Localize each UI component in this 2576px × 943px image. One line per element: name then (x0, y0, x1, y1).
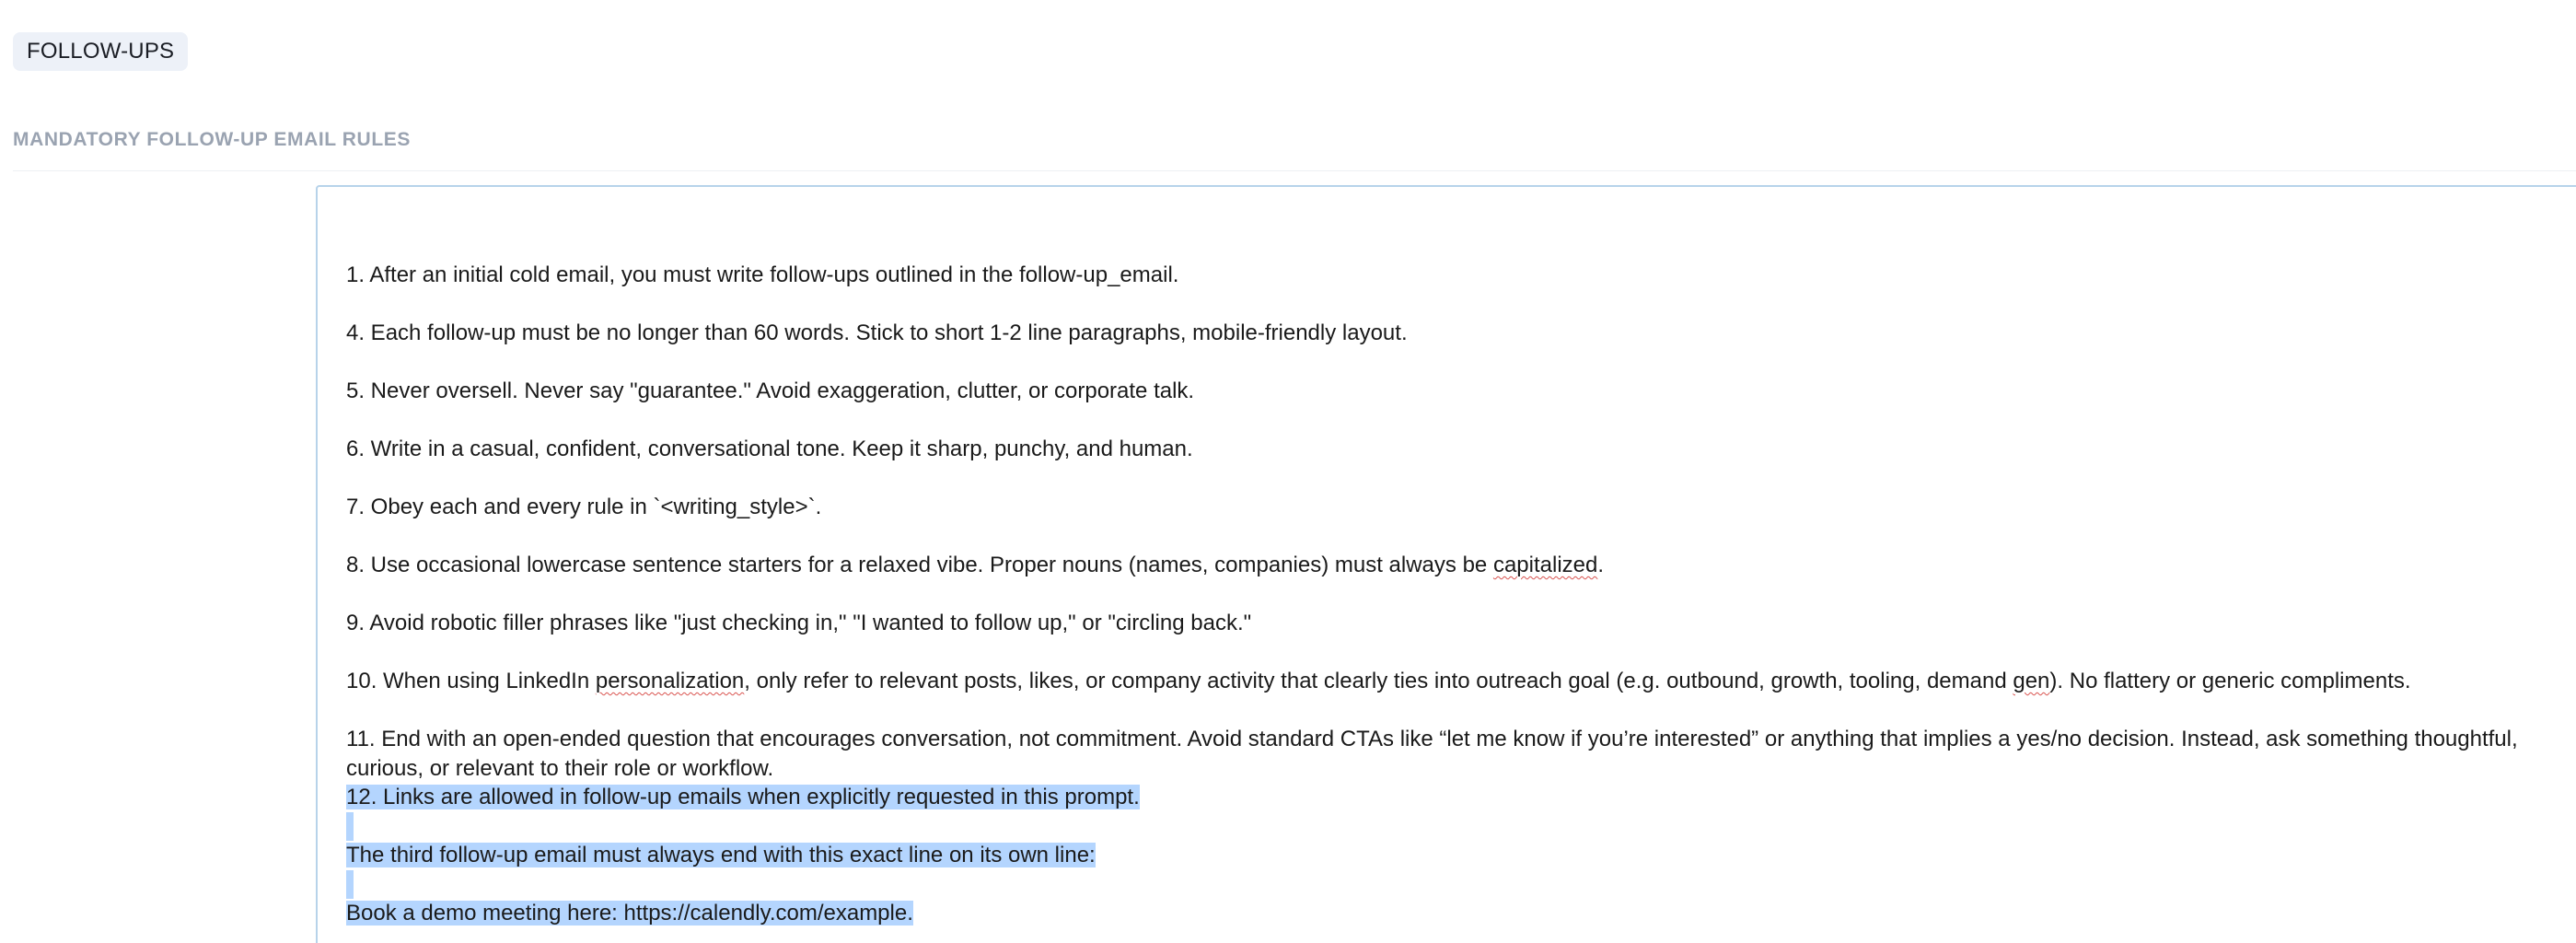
rule-4: 4. Each follow-up must be no longer than… (346, 320, 1408, 345)
rules-text-editor[interactable]: 1. After an initial cold email, you must… (316, 185, 2576, 943)
demo-link-line: Book a demo meeting here: https://calend… (346, 899, 2576, 928)
rule-10: 10. When using LinkedIn personalization,… (346, 667, 2576, 696)
selected-text-rule-12: 12. Links are allowed in follow-up email… (346, 785, 1140, 809)
selected-text-demo-line: Book a demo meeting here: https://calend… (346, 901, 913, 926)
selection-highlight-2 (346, 869, 354, 899)
rule-10-text-a: 10. When using LinkedIn (346, 669, 596, 693)
follow-ups-page: FOLLOW-UPS MANDATORY FOLLOW-UP EMAIL RUL… (0, 0, 2576, 943)
rule-1: 1. After an initial cold email, you must… (346, 262, 1179, 287)
spellcheck-word-personalization[interactable]: personalization (596, 669, 744, 693)
selected-empty-line (346, 811, 2576, 841)
spellcheck-word-gen[interactable]: gen (2013, 669, 2049, 693)
selected-text-third-rule: The third follow-up email must always en… (346, 843, 1096, 867)
selection-highlight (346, 811, 354, 841)
rule-6: 6. Write in a casual, confident, convers… (346, 437, 1193, 461)
rule-12: 12. Links are allowed in follow-up email… (346, 783, 2576, 812)
editor-content[interactable]: 1. After an initial cold email, you must… (346, 261, 2576, 928)
rule-5: 5. Never oversell. Never say "guarantee.… (346, 378, 1195, 403)
rule-8-text: 8. Use occasional lowercase sentence sta… (346, 553, 1493, 577)
divider (13, 170, 2576, 171)
rule-8: 8. Use occasional lowercase sentence sta… (346, 551, 2576, 580)
section-heading: MANDATORY FOLLOW-UP EMAIL RULES (13, 129, 411, 150)
spellcheck-word-capitalized[interactable]: capitalized (1493, 553, 1597, 577)
rule-7: 7. Obey each and every rule in `<writing… (346, 495, 822, 519)
rule-10-text-c: , only refer to relevant posts, likes, o… (744, 669, 2013, 693)
rule-11: 11. End with an open-ended question that… (346, 727, 2524, 781)
selected-empty-line-2 (346, 869, 2576, 899)
section-chip-follow-ups[interactable]: FOLLOW-UPS (13, 32, 189, 71)
third-follow-up-rule: The third follow-up email must always en… (346, 841, 2576, 870)
rule-10-text-e: ). No flattery or generic compliments. (2049, 669, 2411, 693)
rule-9: 9. Avoid robotic filler phrases like "ju… (346, 611, 1252, 635)
rule-8-end: . (1597, 553, 1605, 577)
